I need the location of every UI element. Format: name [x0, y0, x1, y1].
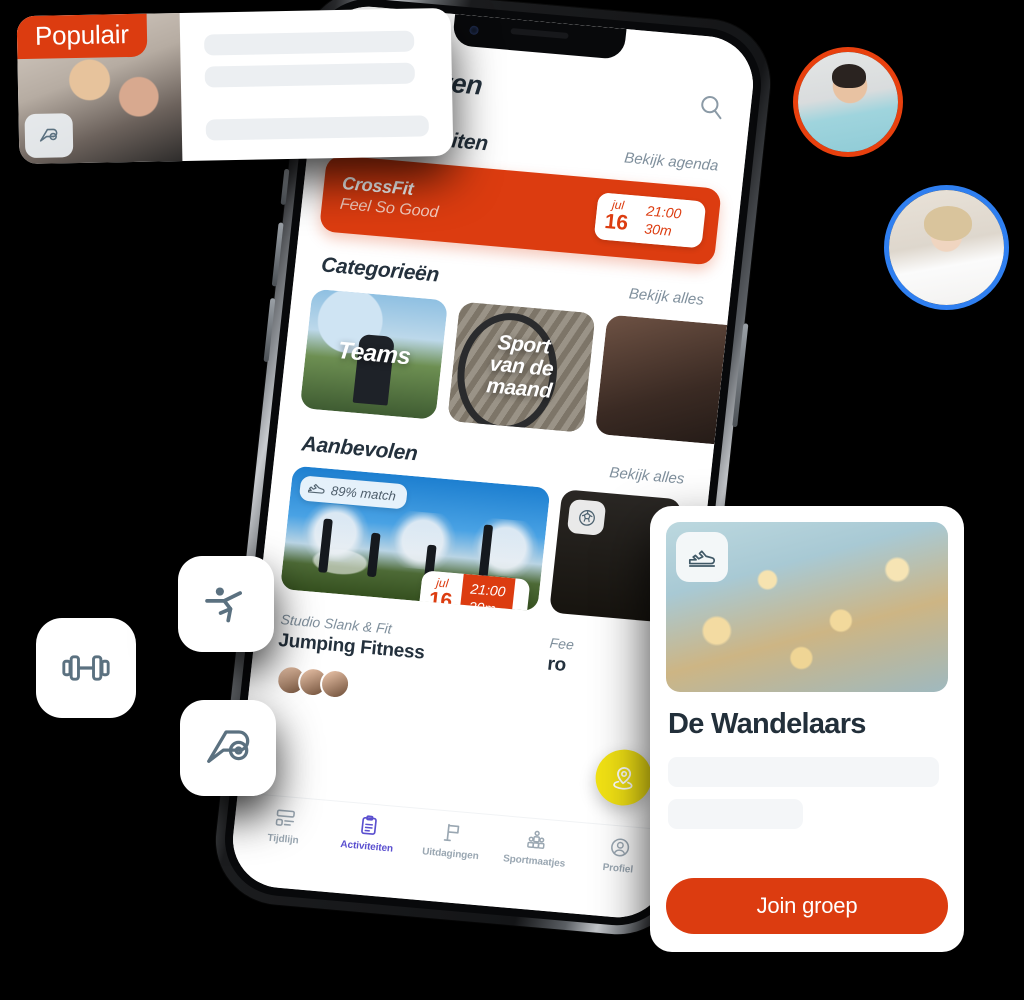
- duration: 30m: [643, 219, 673, 239]
- dumbbell-icon: [62, 655, 110, 681]
- skeleton-line: [204, 30, 414, 56]
- category-label: Sport van de maand: [485, 331, 555, 403]
- nav-item-profiel[interactable]: Profiel: [580, 833, 658, 877]
- section-title: Categorieën: [320, 253, 441, 287]
- recommended-carousel[interactable]: 89% match jul 16 21:00 30m Studio Slank …: [253, 464, 708, 694]
- earpiece-speaker: [510, 28, 569, 40]
- skeleton-line: [668, 757, 939, 787]
- my-activity-texts: CrossFit Feel So Good: [339, 173, 442, 222]
- wandelaars-title: De Wandelaars: [668, 708, 866, 740]
- nav-label: Uitdagingen: [421, 846, 480, 863]
- hiking-shoe-icon: [676, 532, 728, 582]
- timeline-icon: [273, 806, 297, 830]
- floating-tile-dumbbell[interactable]: [36, 618, 136, 718]
- recommended-card[interactable]: 89% match jul 16 21:00 30m Studio Slank …: [273, 465, 551, 675]
- nav-item-uitdagingen[interactable]: Uitdagingen: [413, 819, 491, 863]
- view-agenda-link[interactable]: Bekijk agenda: [623, 149, 719, 174]
- gymnast-icon: [205, 587, 242, 623]
- soccer-ball-icon: [566, 498, 607, 536]
- populair-photo: Populair: [16, 13, 183, 165]
- nav-item-activiteiten[interactable]: Activiteiten: [329, 811, 407, 855]
- avatar-woman[interactable]: [884, 185, 1009, 310]
- skeleton-line: [204, 62, 415, 88]
- time-block: 21:00 30m: [634, 195, 692, 248]
- avatar-photo: [889, 190, 1004, 305]
- composition-stage: Activiteiten Mijn activiteiten Bekijk ag…: [0, 0, 1024, 1000]
- floating-tile-yoga-mat[interactable]: [180, 700, 276, 796]
- date-time-chip: jul 16 21:00 30m: [593, 192, 707, 249]
- clipboard-icon: [357, 814, 381, 838]
- avatar-photo: [798, 52, 898, 152]
- recommended-photo: 89% match jul 16 21:00 30m: [280, 465, 551, 612]
- podium-icon: [524, 828, 548, 852]
- category-card-teams[interactable]: Teams: [299, 288, 449, 420]
- date-block: jul 16: [593, 192, 640, 243]
- floating-tile-gymnast[interactable]: [178, 556, 274, 652]
- view-all-categories-link[interactable]: Bekijk alles: [628, 285, 705, 308]
- date-day: 16: [603, 210, 630, 236]
- skeleton-line: [205, 115, 430, 141]
- search-icon[interactable]: [697, 92, 726, 120]
- wandelaars-photo: [666, 522, 948, 692]
- join-group-button[interactable]: Join groep: [666, 878, 948, 934]
- running-shoe-icon: [307, 483, 325, 494]
- flag-icon: [441, 821, 465, 845]
- populair-body: [180, 8, 454, 161]
- view-all-recommended-link[interactable]: Bekijk alles: [609, 464, 686, 487]
- populair-card[interactable]: Populair: [16, 7, 454, 165]
- yoga-mat-icon: [24, 113, 74, 159]
- nav-label: Sportmaatjes: [502, 853, 566, 870]
- nav-label: Profiel: [602, 862, 634, 876]
- front-camera-icon: [469, 25, 479, 36]
- nav-item-sportmaatjes[interactable]: Sportmaatjes: [497, 826, 575, 870]
- section-title: Aanbevolen: [300, 432, 419, 466]
- user-icon: [608, 836, 632, 860]
- nav-label: Tijdlijn: [266, 832, 300, 847]
- skeleton-line: [668, 799, 804, 829]
- nav-label: Activiteiten: [339, 839, 394, 855]
- category-card-sport-van-de-maand[interactable]: Sport van de maand: [447, 301, 596, 433]
- avatar: [318, 667, 352, 701]
- map-pin-icon: [613, 767, 633, 790]
- nav-item-tijdlijn[interactable]: Tijdlijn: [246, 804, 324, 848]
- match-badge-label: 89% match: [330, 483, 397, 504]
- wandelaars-card[interactable]: De Wandelaars Join groep: [650, 506, 964, 952]
- yoga-mat-roll-icon: [207, 730, 250, 763]
- populair-badge: Populair: [16, 13, 148, 60]
- avatar-man[interactable]: [793, 47, 903, 157]
